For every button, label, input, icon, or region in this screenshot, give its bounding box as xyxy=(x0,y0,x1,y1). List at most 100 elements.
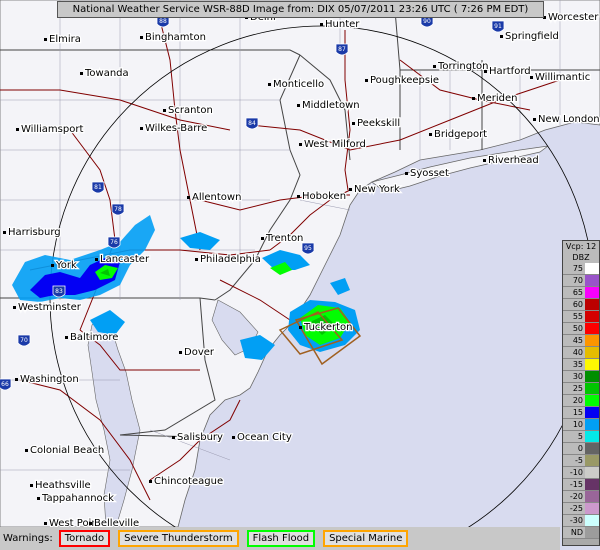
legend-label: 15 xyxy=(563,407,585,418)
legend-unit: DBZ xyxy=(563,252,599,263)
dbz-legend: Vcp: 12 DBZ 75 70 65 60 55 50 45 40 35 30 25 20 15 10… xyxy=(562,240,600,546)
interstate-number: 66 xyxy=(1,381,9,388)
city-label: Colonial Beach xyxy=(30,445,104,456)
warnings-label: Warnings: xyxy=(3,533,53,544)
header-title: National Weather Service WSR-88D Image f… xyxy=(57,1,544,18)
interstate-number: 83 xyxy=(55,288,63,295)
city-marker xyxy=(261,237,264,240)
interstate-number: 87 xyxy=(338,46,346,53)
legend-label: 0 xyxy=(563,443,585,454)
city-label: York xyxy=(55,260,77,271)
city-marker xyxy=(95,258,98,261)
city-marker xyxy=(472,97,475,100)
city-marker xyxy=(65,336,68,339)
legend-row: -10 xyxy=(563,467,599,479)
legend-swatch xyxy=(585,299,599,310)
legend-swatch xyxy=(585,359,599,370)
warnings-bar: Warnings: Tornado Severe Thunderstorm Fl… xyxy=(0,527,560,550)
city-label: Dover xyxy=(184,347,215,358)
city-marker xyxy=(25,449,28,452)
interstate-number: 95 xyxy=(304,245,312,252)
city-label: Allentown xyxy=(192,192,241,203)
city-label: Salisbury xyxy=(177,432,223,443)
warning-severe-thunderstorm: Severe Thunderstorm xyxy=(118,530,239,547)
city-label: Heathsville xyxy=(35,480,91,491)
city-marker xyxy=(500,35,503,38)
legend-label: 60 xyxy=(563,299,585,310)
city-label: Binghamton xyxy=(145,32,206,43)
interstate-shield-icon: 76 xyxy=(107,236,121,249)
legend-row: 35 xyxy=(563,359,599,371)
city-label: Poughkeepsie xyxy=(370,75,439,86)
city-marker xyxy=(179,351,182,354)
city-label: New London xyxy=(538,114,600,125)
city-label: Monticello xyxy=(273,79,324,90)
legend-label: -15 xyxy=(563,479,585,490)
city-marker xyxy=(484,70,487,73)
city-label: Ocean City xyxy=(237,432,292,443)
legend-row: -20 xyxy=(563,491,599,503)
legend-swatch xyxy=(585,431,599,442)
city-marker xyxy=(163,109,166,112)
legend-row: 10 xyxy=(563,419,599,431)
legend-row: 30 xyxy=(563,371,599,383)
legend-label: 40 xyxy=(563,347,585,358)
legend-label: 25 xyxy=(563,383,585,394)
legend-row: 65 xyxy=(563,287,599,299)
legend-row: 5 xyxy=(563,431,599,443)
legend-swatch xyxy=(585,287,599,298)
legend-row: ND xyxy=(563,527,599,539)
legend-label: -25 xyxy=(563,503,585,514)
legend-row: -5 xyxy=(563,455,599,467)
city-marker xyxy=(268,83,271,86)
legend-swatch xyxy=(585,395,599,406)
legend-swatch xyxy=(585,371,599,382)
city-marker xyxy=(299,326,302,329)
legend-label: 10 xyxy=(563,419,585,430)
city-marker xyxy=(299,143,302,146)
interstate-shield-icon: 84 xyxy=(245,117,259,130)
city-label: Wilkes-Barre xyxy=(145,123,207,134)
interstate-shield-icon: 66 xyxy=(0,378,12,391)
city-marker xyxy=(352,122,355,125)
legend-label: 45 xyxy=(563,335,585,346)
city-marker xyxy=(140,36,143,39)
city-marker xyxy=(89,522,92,525)
city-label: Middletown xyxy=(302,100,360,111)
legend-row: -30 xyxy=(563,515,599,527)
legend-row: -25 xyxy=(563,503,599,515)
legend-label: 35 xyxy=(563,359,585,370)
interstate-number: 78 xyxy=(114,206,122,213)
interstate-number: 76 xyxy=(110,239,118,246)
legend-vcp: Vcp: 12 xyxy=(563,241,599,252)
legend-row: 40 xyxy=(563,347,599,359)
city-label: Trenton xyxy=(265,233,303,244)
legend-label: 20 xyxy=(563,395,585,406)
legend-label: 50 xyxy=(563,323,585,334)
city-marker xyxy=(187,196,190,199)
city-label: Syosset xyxy=(410,168,449,179)
legend-swatch xyxy=(585,515,599,526)
city-label: Hunter xyxy=(325,19,360,30)
legend-label: 75 xyxy=(563,263,585,274)
city-marker xyxy=(37,497,40,500)
legend-swatch xyxy=(585,467,599,478)
interstate-shield-icon: 87 xyxy=(335,43,349,56)
radar-map: 888790849181787695837066 DelhiHunterWorc… xyxy=(0,0,600,550)
legend-swatch xyxy=(585,323,599,334)
legend-swatch xyxy=(585,503,599,514)
city-marker xyxy=(51,264,54,267)
legend-swatch xyxy=(585,419,599,430)
city-label: Towanda xyxy=(84,68,129,79)
city-label: Lancaster xyxy=(100,254,150,265)
legend-row: 70 xyxy=(563,275,599,287)
legend-row: 15 xyxy=(563,407,599,419)
legend-row: 0 xyxy=(563,443,599,455)
city-marker xyxy=(16,128,19,131)
warning-flash-flood: Flash Flood xyxy=(246,530,316,547)
interstate-number: 90 xyxy=(423,18,431,25)
city-marker xyxy=(80,72,83,75)
interstate-shield-icon: 91 xyxy=(491,20,505,33)
legend-row: 75 xyxy=(563,263,599,275)
city-marker xyxy=(297,104,300,107)
